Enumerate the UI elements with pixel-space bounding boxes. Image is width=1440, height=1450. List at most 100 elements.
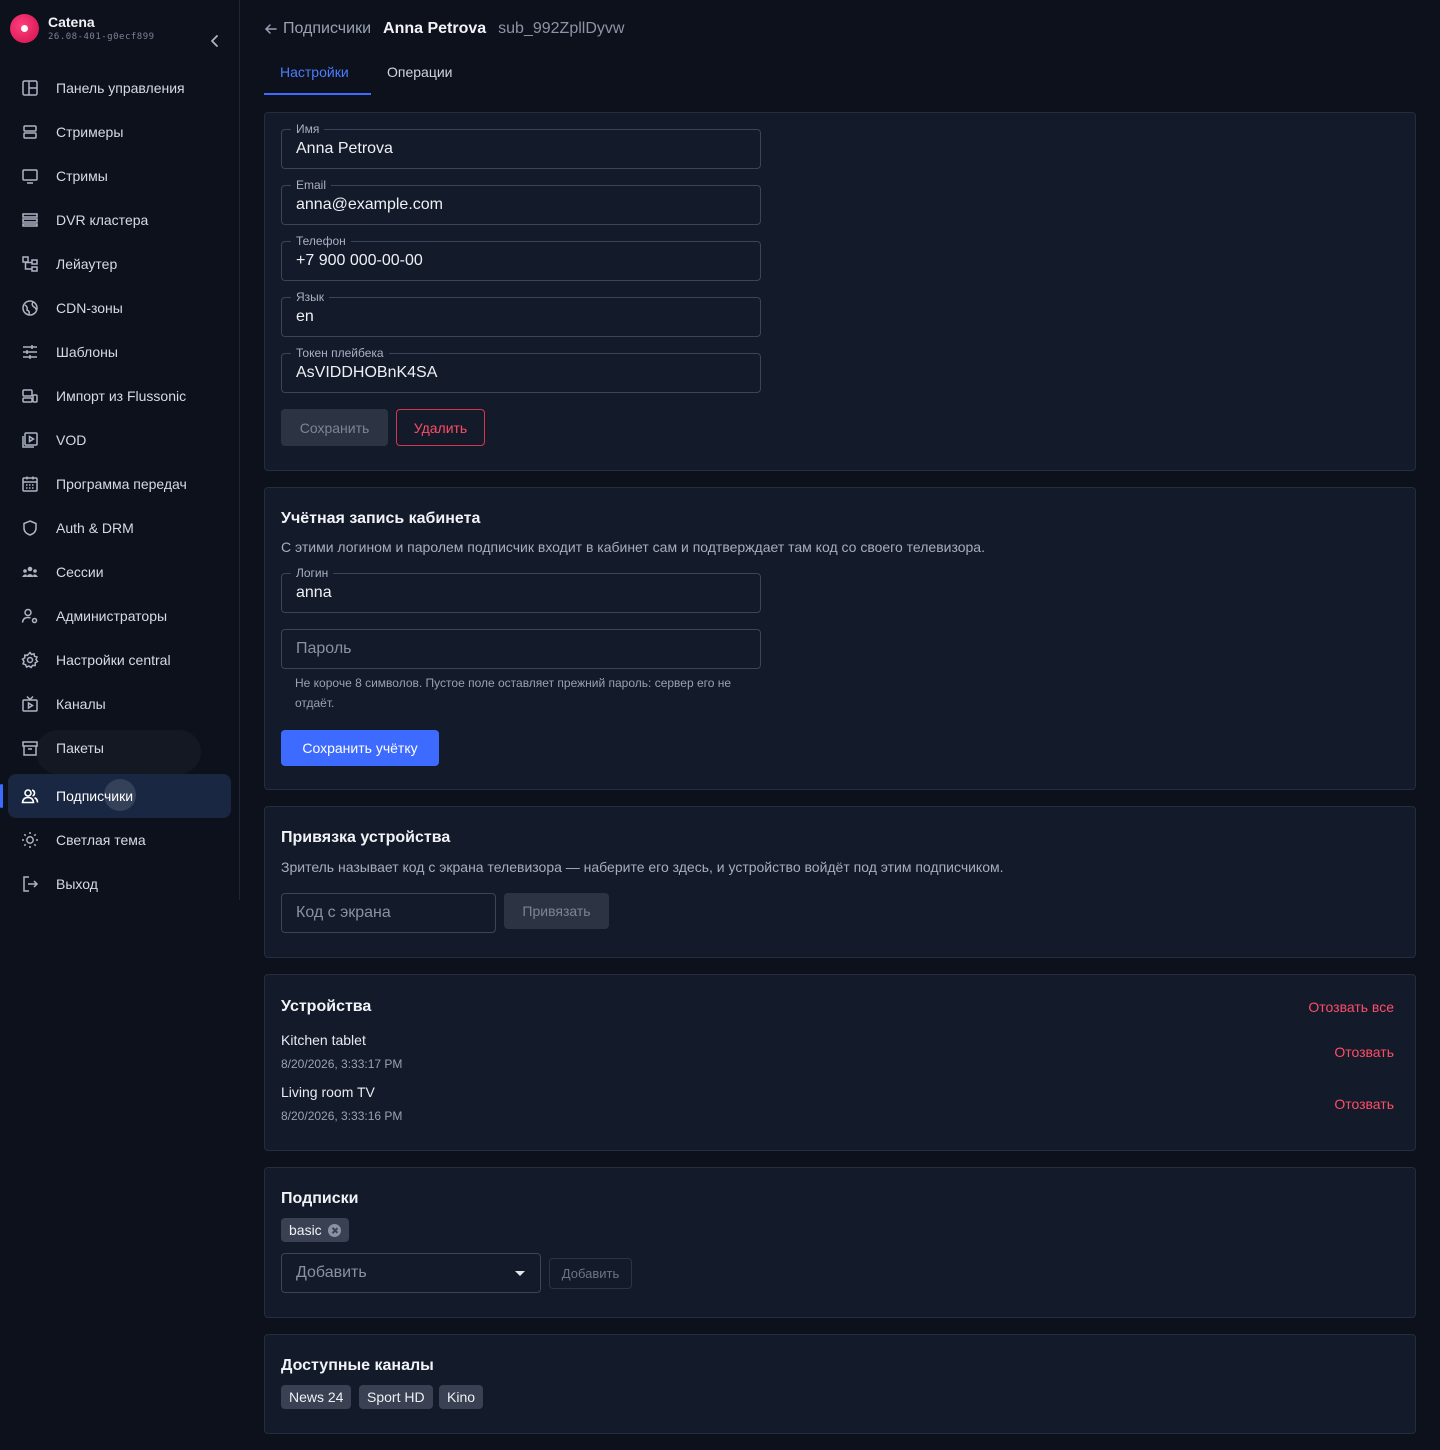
- profile-card: Имя Anna Petrova Email anna@example.com …: [264, 112, 1416, 471]
- sidebar-item-templates[interactable]: Шаблоны: [8, 330, 231, 374]
- field-placeholder: Код с экрана: [296, 904, 391, 921]
- arrow-left-icon: [264, 22, 278, 36]
- language-field[interactable]: Язык en: [281, 290, 761, 337]
- tab-operations[interactable]: Операции: [387, 64, 453, 80]
- sidebar-item-light-theme[interactable]: Светлая тема: [8, 818, 231, 862]
- account-card: Учётная запись кабинета С этими логином …: [264, 487, 1416, 790]
- delete-button[interactable]: Удалить: [396, 409, 485, 446]
- sidebar-item-auth-drm[interactable]: Auth & DRM: [8, 506, 231, 550]
- logout-icon: [21, 875, 39, 893]
- sidebar-item-label: Администраторы: [56, 608, 168, 624]
- sidebar-item-label: Пакеты: [56, 740, 104, 756]
- sidebar-item-label: Auth & DRM: [56, 520, 134, 536]
- channel-chip: News 24: [281, 1385, 352, 1409]
- subscription-select[interactable]: Добавить: [281, 1253, 541, 1293]
- gear-icon: [21, 651, 39, 669]
- device-name: Living room TV: [281, 1084, 375, 1100]
- name-field[interactable]: Имя Anna Petrova: [281, 122, 761, 169]
- revoke-device-button[interactable]: Отозвать: [1334, 1044, 1394, 1060]
- sidebar-item-streamers[interactable]: Стримеры: [8, 110, 231, 154]
- mouse-cursor: [104, 779, 136, 811]
- save-button[interactable]: Сохранить: [281, 409, 388, 446]
- active-indicator: [0, 784, 3, 808]
- sidebar-item-label: Сессии: [56, 564, 104, 580]
- sidebar-item-label: Стримы: [56, 168, 108, 184]
- sidebar-item-vod[interactable]: VOD: [8, 418, 231, 462]
- breadcrumb-back-link[interactable]: Подписчики: [264, 20, 371, 38]
- sidebar-item-epg[interactable]: Программа передач: [8, 462, 231, 506]
- sidebar-item-label: Настройки central: [56, 652, 171, 668]
- device-binding-card: Привязка устройства Зритель называет код…: [264, 806, 1416, 958]
- revoke-device-button[interactable]: Отозвать: [1334, 1096, 1394, 1112]
- sidebar-item-label: Стримеры: [56, 124, 124, 140]
- sidebar-item-channels[interactable]: Каналы: [8, 682, 231, 726]
- field-label: Email: [291, 178, 332, 192]
- channels-title: Доступные каналы: [281, 1357, 434, 1374]
- server-icon: [21, 123, 39, 141]
- account-description: С этими логином и паролем подписчик вход…: [281, 539, 985, 555]
- archive-icon: [21, 739, 39, 757]
- subscriptions-card: Подписки basic Добавить Добавить: [264, 1167, 1416, 1318]
- sidebar-item-layouter[interactable]: Лейаутер: [8, 242, 231, 286]
- field-value: AsVIDDHOBnK4SA: [296, 364, 438, 381]
- field-label: Логин: [291, 566, 334, 580]
- remove-chip-icon[interactable]: [327, 1223, 341, 1237]
- revoke-all-button[interactable]: Отозвать все: [1308, 999, 1394, 1015]
- sidebar-item-logout[interactable]: Выход: [8, 862, 231, 906]
- playback-token-field[interactable]: Токен плейбека AsVIDDHOBnK4SA: [281, 346, 761, 393]
- field-value: Anna Petrova: [296, 140, 393, 157]
- sidebar-item-sessions[interactable]: Сессии: [8, 550, 231, 594]
- sidebar-item-label: Каналы: [56, 696, 106, 712]
- sidebar-item-cdn[interactable]: CDN-зоны: [8, 286, 231, 330]
- dashboard-icon: [21, 79, 39, 97]
- sidebar-item-packages[interactable]: Пакеты: [8, 726, 231, 770]
- sidebar-item-label: Лейаутер: [56, 256, 118, 272]
- sidebar-item-admins[interactable]: Администраторы: [8, 594, 231, 638]
- video-file-icon: [21, 431, 39, 449]
- screen-code-input[interactable]: Код с экрана: [281, 893, 496, 933]
- chip-label: basic: [289, 1222, 322, 1238]
- sidebar-item-label: Программа передач: [56, 476, 187, 492]
- channels-card: Доступные каналы News 24 Sport HD Kino: [264, 1334, 1416, 1434]
- save-account-button[interactable]: Сохранить учётку: [281, 730, 439, 766]
- globe-icon: [21, 299, 39, 317]
- phone-field[interactable]: Телефон +7 900 000-00-00: [281, 234, 761, 281]
- field-label: Имя: [291, 122, 325, 136]
- tab-settings[interactable]: Настройки: [280, 64, 349, 80]
- brand-version: 26.08-401-g0ecf899: [48, 32, 155, 42]
- caret-down-icon: [515, 1271, 525, 1276]
- sidebar-item-dashboard[interactable]: Панель управления: [8, 66, 231, 110]
- sidebar-item-dvr[interactable]: DVR кластера: [8, 198, 231, 242]
- binding-description: Зритель называет код с экрана телевизора…: [281, 859, 1004, 875]
- sidebar-item-streams[interactable]: Стримы: [8, 154, 231, 198]
- sidebar-item-import[interactable]: Импорт из Flussonic: [8, 374, 231, 418]
- subscriber-id: sub_992ZpllDyvw: [498, 20, 625, 37]
- shield-icon: [21, 519, 39, 537]
- sidebar: Catena 26.08-401-g0ecf899 Панель управле…: [0, 0, 240, 900]
- subscriptions-title: Подписки: [281, 1190, 359, 1207]
- select-placeholder: Добавить: [296, 1264, 367, 1281]
- page-title: Anna Petrova: [383, 20, 487, 37]
- import-icon: [21, 387, 39, 405]
- monitor-icon: [21, 167, 39, 185]
- sidebar-item-label: Светлая тема: [56, 832, 146, 848]
- calendar-icon: [21, 475, 39, 493]
- collapse-sidebar-button[interactable]: [206, 32, 224, 50]
- device-time: 8/20/2026, 3:33:16 PM: [281, 1109, 403, 1123]
- field-label: Язык: [291, 290, 330, 304]
- bind-button[interactable]: Привязать: [504, 893, 609, 929]
- brand: Catena 26.08-401-g0ecf899: [10, 12, 230, 47]
- add-subscription-button[interactable]: Добавить: [549, 1258, 632, 1289]
- sidebar-item-label: VOD: [56, 432, 87, 448]
- device-name: Kitchen tablet: [281, 1032, 366, 1048]
- field-value: anna@example.com: [296, 196, 443, 213]
- password-field[interactable]: Пароль: [281, 629, 761, 669]
- sidebar-item-label: Шаблоны: [56, 344, 118, 360]
- tv-icon: [21, 695, 39, 713]
- sidebar-item-central-settings[interactable]: Настройки central: [8, 638, 231, 682]
- breadcrumb-back-label: Подписчики: [283, 20, 372, 37]
- login-field[interactable]: Логин anna: [281, 566, 761, 613]
- sidebar-item-label: Импорт из Flussonic: [56, 388, 187, 404]
- chevron-left-icon: [211, 35, 218, 47]
- email-field[interactable]: Email anna@example.com: [281, 178, 761, 225]
